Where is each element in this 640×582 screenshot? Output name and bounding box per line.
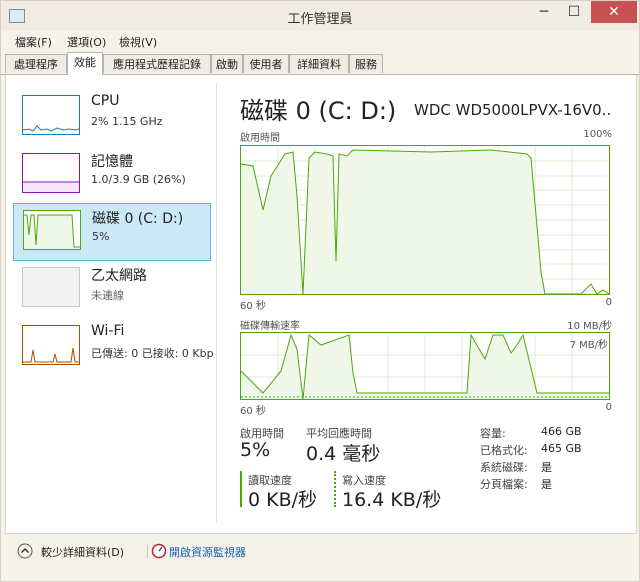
sidebar-item-disk[interactable]: 磁碟 0 (C: D:) 5% — [13, 203, 211, 261]
ethernet-thumbnail-graph — [22, 267, 80, 307]
tab-users[interactable]: 使用者 — [243, 54, 289, 73]
active-time-chart-max: 100% — [583, 129, 612, 140]
menu-options[interactable]: 選項(O) — [67, 34, 106, 50]
active-time-chart-min: 0 — [605, 297, 612, 308]
sidebar-item-label: 記憶體 — [91, 154, 133, 170]
tab-startup[interactable]: 啟動 — [211, 54, 243, 73]
sidebar-item-memory[interactable]: 記憶體 1.0/3.9 GB (26%) — [13, 147, 211, 205]
performance-panel: CPU 2% 1.15 GHz 記憶體 1.0/3.9 GB (26%) 磁碟 … — [5, 75, 637, 534]
page-file-value: 是 — [541, 478, 552, 491]
disk-thumbnail-graph — [23, 210, 81, 250]
transfer-rate-chart-svg — [240, 333, 609, 400]
memory-thumbnail-line — [23, 181, 79, 192]
transfer-rate-chart-secondary-max: 7 MB/秒 — [569, 340, 608, 351]
menu-bar: 檔案(F) 選項(O) 檢視(V) — [1, 31, 639, 51]
sidebar-item-label: 磁碟 0 (C: D:) — [92, 211, 184, 227]
disk-model: WDC WD5000LPVX-16V0... — [414, 101, 610, 119]
panel-divider — [216, 83, 217, 523]
tab-strip: 處理程序 效能 應用程式歷程記錄 啟動 使用者 詳細資料 服務 — [1, 52, 639, 75]
sidebar-item-label: Wi-Fi — [91, 323, 125, 339]
formatted-value: 465 GB — [541, 442, 582, 455]
task-manager-window: 工作管理員 ─ ☐ ✕ 檔案(F) 選項(O) 檢視(V) 處理程序 效能 應用… — [0, 0, 640, 582]
menu-view[interactable]: 檢視(V) — [119, 34, 157, 50]
tab-details[interactable]: 詳細資料 — [289, 54, 349, 73]
formatted-label: 已格式化: — [480, 444, 528, 457]
active-time-chart-span: 60 秒 — [240, 301, 266, 312]
read-speed-legend-bar — [240, 471, 242, 507]
active-time-chart-svg — [240, 146, 610, 295]
footer-separator — [147, 544, 148, 558]
sidebar-item-detail: 1.0/3.9 GB (26%) — [91, 173, 186, 186]
tab-app-history[interactable]: 應用程式歷程記錄 — [103, 54, 211, 73]
transfer-rate-chart-label: 磁碟傳輸速率 — [240, 321, 300, 332]
capacity-label: 容量: — [480, 427, 506, 440]
fewer-details-button[interactable]: 較少詳細資料(D) — [41, 544, 124, 560]
disk-details: 磁碟 0 (C: D:) WDC WD5000LPVX-16V0... 啟用時間… — [238, 75, 636, 533]
sidebar-item-detail: 2% 1.15 GHz — [91, 115, 163, 128]
capacity-value: 466 GB — [541, 425, 582, 438]
tab-processes[interactable]: 處理程序 — [5, 54, 67, 73]
cpu-thumbnail-line — [22, 125, 80, 132]
disk-thumbnail-line — [24, 214, 80, 249]
active-time-chart-label: 啟用時間 — [240, 133, 280, 144]
transfer-rate-chart-span: 60 秒 — [240, 406, 266, 417]
tab-performance[interactable]: 效能 — [67, 52, 103, 75]
close-button[interactable]: ✕ — [591, 1, 637, 23]
chevron-up-icon[interactable] — [17, 543, 33, 559]
read-speed-value: 0 KB/秒 — [248, 489, 318, 511]
sidebar-item-cpu[interactable]: CPU 2% 1.15 GHz — [13, 89, 211, 147]
write-speed-legend-bar — [334, 471, 336, 507]
sidebar-item-detail: 5% — [92, 230, 110, 243]
sidebar-item-detail: 未連線 — [91, 289, 124, 302]
resource-sidebar: CPU 2% 1.15 GHz 記憶體 1.0/3.9 GB (26%) 磁碟 … — [6, 75, 216, 533]
footer: 較少詳細資料(D) 開啟資源監視器 — [1, 538, 639, 568]
write-speed-value: 16.4 KB/秒 — [342, 489, 442, 511]
resource-monitor-icon — [151, 543, 167, 559]
sidebar-item-ethernet[interactable]: 乙太網路 未連線 — [13, 261, 211, 319]
system-disk-value: 是 — [541, 461, 552, 474]
active-time-area — [241, 150, 609, 294]
wifi-thumbnail-graph — [22, 325, 80, 365]
active-time-stat-value: 5% — [240, 439, 271, 461]
minimize-button[interactable]: ─ — [529, 1, 559, 23]
response-time-stat-value: 0.4 毫秒 — [306, 443, 381, 465]
maximize-button[interactable]: ☐ — [559, 1, 589, 23]
wifi-thumbnail-line — [23, 347, 79, 363]
title-bar[interactable]: 工作管理員 ─ ☐ ✕ — [1, 1, 639, 31]
sidebar-item-wifi[interactable]: Wi-Fi 已傳送: 0 已接收: 0 Kbps — [13, 319, 213, 377]
cpu-thumbnail-graph — [22, 95, 80, 135]
open-resource-monitor-link[interactable]: 開啟資源監視器 — [169, 544, 246, 560]
sidebar-item-label: CPU — [91, 93, 120, 109]
sidebar-item-label: 乙太網路 — [91, 268, 147, 284]
transfer-rate-chart-max: 10 MB/秒 — [567, 321, 612, 332]
active-time-chart — [240, 145, 610, 295]
tab-services[interactable]: 服務 — [349, 54, 383, 73]
transfer-rate-chart-min: 0 — [605, 402, 612, 413]
sidebar-item-detail: 已傳送: 0 已接收: 0 Kbps — [91, 347, 213, 360]
transfer-rate-chart — [240, 332, 610, 400]
memory-thumbnail-graph — [22, 153, 80, 193]
system-disk-label: 系統磁碟: — [480, 461, 528, 474]
menu-file[interactable]: 檔案(F) — [15, 34, 52, 50]
page-file-label: 分頁檔案: — [480, 478, 528, 491]
disk-title: 磁碟 0 (C: D:) — [240, 97, 397, 125]
